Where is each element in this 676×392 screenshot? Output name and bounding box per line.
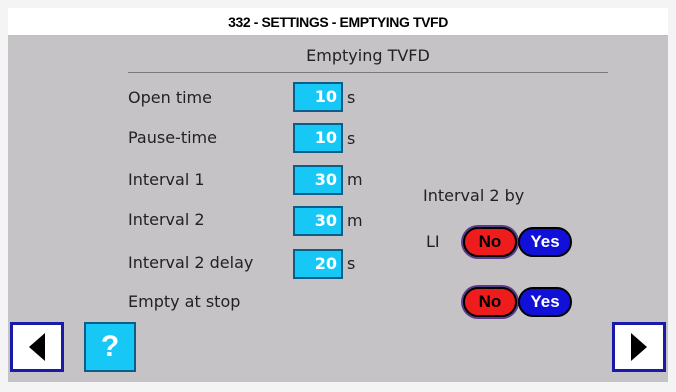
section-title: Emptying TVFD — [306, 46, 430, 65]
open-time-input[interactable]: 10 — [293, 82, 343, 112]
empty-at-stop-no-button[interactable]: No — [463, 287, 517, 317]
section-divider — [128, 72, 608, 73]
pause-time-label: Pause-time — [128, 128, 217, 147]
interval-2-label: Interval 2 — [128, 210, 205, 229]
prev-screen-button[interactable] — [10, 322, 64, 372]
interval-2-input[interactable]: 30 — [293, 206, 343, 236]
triangle-right-icon — [631, 333, 647, 361]
interval-1-label: Interval 1 — [128, 170, 205, 189]
triangle-left-icon — [29, 333, 45, 361]
interval-1-input[interactable]: 30 — [293, 165, 343, 195]
empty-at-stop-label: Empty at stop — [128, 292, 241, 311]
screen-title: 332 - SETTINGS - EMPTYING TVFD — [8, 8, 668, 36]
hmi-screen: 332 - SETTINGS - EMPTYING TVFD Emptying … — [0, 0, 676, 392]
interval-2-li-yes-button[interactable]: Yes — [518, 227, 572, 257]
interval-2-unit: m — [347, 211, 363, 230]
open-time-label: Open time — [128, 88, 212, 107]
interval-2-delay-unit: s — [347, 254, 356, 273]
interval-2-by-heading: Interval 2 by — [423, 186, 525, 205]
interval-2-delay-label: Interval 2 delay — [128, 253, 254, 272]
interval-2-li-no-button[interactable]: No — [463, 227, 517, 257]
li-label: LI — [426, 232, 440, 251]
open-time-unit: s — [347, 88, 356, 107]
next-screen-button[interactable] — [612, 322, 666, 372]
help-button[interactable]: ? — [84, 322, 136, 372]
interval-1-unit: m — [347, 170, 363, 189]
pause-time-input[interactable]: 10 — [293, 123, 343, 153]
pause-time-unit: s — [347, 129, 356, 148]
interval-2-delay-input[interactable]: 20 — [293, 249, 343, 279]
settings-panel: Emptying TVFD Open time 10 s Pause-time … — [8, 36, 668, 382]
empty-at-stop-yes-button[interactable]: Yes — [518, 287, 572, 317]
